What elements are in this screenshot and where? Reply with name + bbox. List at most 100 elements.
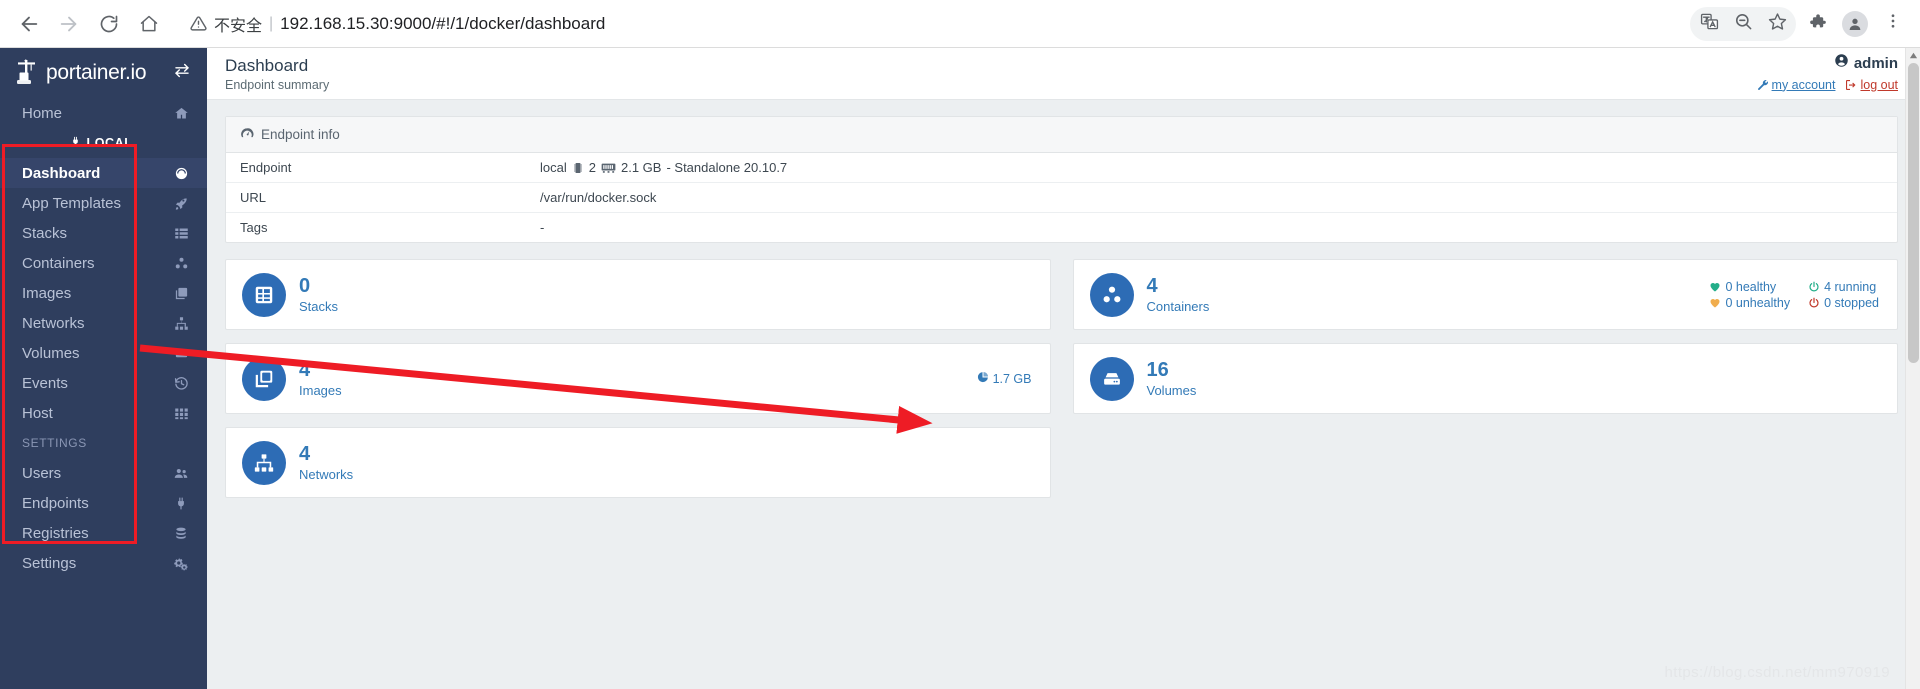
brand-logo[interactable]: portainer.io [0,48,207,98]
extensions-puzzle-icon [1808,12,1827,36]
user-name-row: admin [1757,53,1898,74]
stacks-icon [242,273,286,317]
images-value: 4 [299,359,977,382]
cpu-count: 2 [589,160,596,175]
health-healthy: 0 healthy [1709,280,1790,294]
users-icon [171,466,191,481]
sidebar-item-label: App Templates [22,195,171,212]
containers-text: 4 Containers [1147,275,1710,315]
forward-button[interactable] [50,5,88,43]
heartbeat-icon [1709,297,1721,309]
power-icon [1808,281,1820,293]
url-text: 192.168.15.30:9000/#!/1/docker/dashboard [280,14,605,34]
back-arrow-icon [18,13,40,35]
browser-menu-icon [1884,12,1902,35]
sidebar-item-settings[interactable]: Settings [0,548,207,578]
row-value: local 2 2.1 GB - Standalone 20.10.7 [526,153,1897,183]
volumes-text: 16 Volumes [1147,359,1880,399]
my-account-link[interactable]: my account [1757,77,1836,94]
sidebar-item-containers[interactable]: Containers [0,248,207,278]
log-out-label: log out [1860,77,1898,94]
sidebar-item-users[interactable]: Users [0,458,207,488]
table-row: URL /var/run/docker.sock [226,183,1897,213]
containers-card[interactable]: 4 Containers 0 healthy [1073,259,1899,330]
containers-label: Containers [1147,300,1710,315]
sidebar-item-app-templates[interactable]: App Templates [0,188,207,218]
sidebar-item-label: Host [22,405,171,422]
health-stopped: 0 stopped [1808,296,1879,310]
sidebar-item-endpoints[interactable]: Endpoints [0,488,207,518]
browser-menu-button[interactable] [1876,7,1910,41]
profile-avatar-icon [1842,11,1868,37]
volumes-label: Volumes [1147,384,1880,399]
endpoint-name: local [540,160,567,175]
page-heading-group: Dashboard Endpoint summary [225,55,329,91]
database-icon [171,526,191,541]
translate-icon [1700,12,1719,36]
sidebar-item-label: Images [22,285,171,302]
sidebar-item-label: Events [22,375,171,392]
sidebar-item-home[interactable]: Home [0,98,207,128]
networks-icon [242,441,286,485]
log-out-link[interactable]: log out [1845,77,1898,94]
sidebar-item-events[interactable]: Events [0,368,207,398]
networks-label: Networks [299,468,1032,483]
sidebar-item-networks[interactable]: Networks [0,308,207,338]
bookmark-button[interactable] [1760,7,1794,41]
sidebar-item-registries[interactable]: Registries [0,518,207,548]
power-icon [1808,297,1820,309]
networks-card[interactable]: 4 Networks [225,427,1051,498]
cards-column-right: 4 Containers 0 healthy [1073,259,1899,414]
scroll-up-arrow-icon[interactable] [1906,48,1920,63]
stacks-text: 0 Stacks [299,275,1032,315]
insecure-warning-icon[interactable] [190,15,207,32]
page-title: Dashboard [225,55,329,76]
volumes-card[interactable]: 16 Volumes [1073,343,1899,414]
zoom-out-button[interactable] [1726,7,1760,41]
page-scrollbar[interactable] [1905,48,1920,689]
volumes-icon [1090,357,1134,401]
containers-health-group: 0 healthy 4 running [1709,280,1879,310]
images-icon [242,357,286,401]
list-icon [171,226,191,241]
images-size-group: 1.7 GB [977,371,1032,386]
row-key: Endpoint [226,153,526,183]
translate-button[interactable] [1692,7,1726,41]
sidebar-item-volumes[interactable]: Volumes [0,338,207,368]
containers-value: 4 [1147,275,1710,298]
tachometer-icon [240,126,254,143]
images-size-text: 1.7 GB [993,372,1032,386]
reload-button[interactable] [90,5,128,43]
stacks-value: 0 [299,275,1032,298]
page-subtitle: Endpoint summary [225,78,329,92]
networks-icon [171,316,191,331]
sidebar-item-host[interactable]: Host [0,398,207,428]
volumes-icon [171,346,191,361]
scrollbar-thumb[interactable] [1908,63,1919,363]
browser-toolbar: 不安全 | 192.168.15.30:9000/#!/1/docker/das… [0,0,1920,48]
stacks-label: Stacks [299,300,1032,315]
images-text: 4 Images [299,359,977,399]
back-button[interactable] [10,5,48,43]
extensions-button[interactable] [1800,7,1834,41]
address-bar[interactable]: 不安全 | 192.168.15.30:9000/#!/1/docker/das… [178,7,1688,41]
pie-chart-icon [977,371,989,386]
user-name: admin [1854,54,1898,74]
sidebar-item-stacks[interactable]: Stacks [0,218,207,248]
switch-endpoint-icon[interactable] [173,63,191,84]
health-stopped-label: 0 stopped [1824,296,1879,310]
user-links: my account log out [1757,77,1898,94]
history-clock-icon [171,376,191,391]
home-button[interactable] [130,5,168,43]
images-card[interactable]: 4 Images 1.7 GB [225,343,1051,414]
table-row: Tags - [226,213,1897,243]
images-size: 1.7 GB [977,371,1032,386]
stacks-card[interactable]: 0 Stacks [225,259,1051,330]
profile-button[interactable] [1838,7,1872,41]
sidebar-item-images[interactable]: Images [0,278,207,308]
containers-icon [171,256,191,271]
sidebar-item-dashboard[interactable]: Dashboard [0,158,207,188]
endpoint-info-panel: Endpoint info Endpoint local 2 [225,116,1898,243]
page-header: Dashboard Endpoint summary admin my acco… [207,48,1920,100]
user-circle-icon [1834,53,1849,74]
